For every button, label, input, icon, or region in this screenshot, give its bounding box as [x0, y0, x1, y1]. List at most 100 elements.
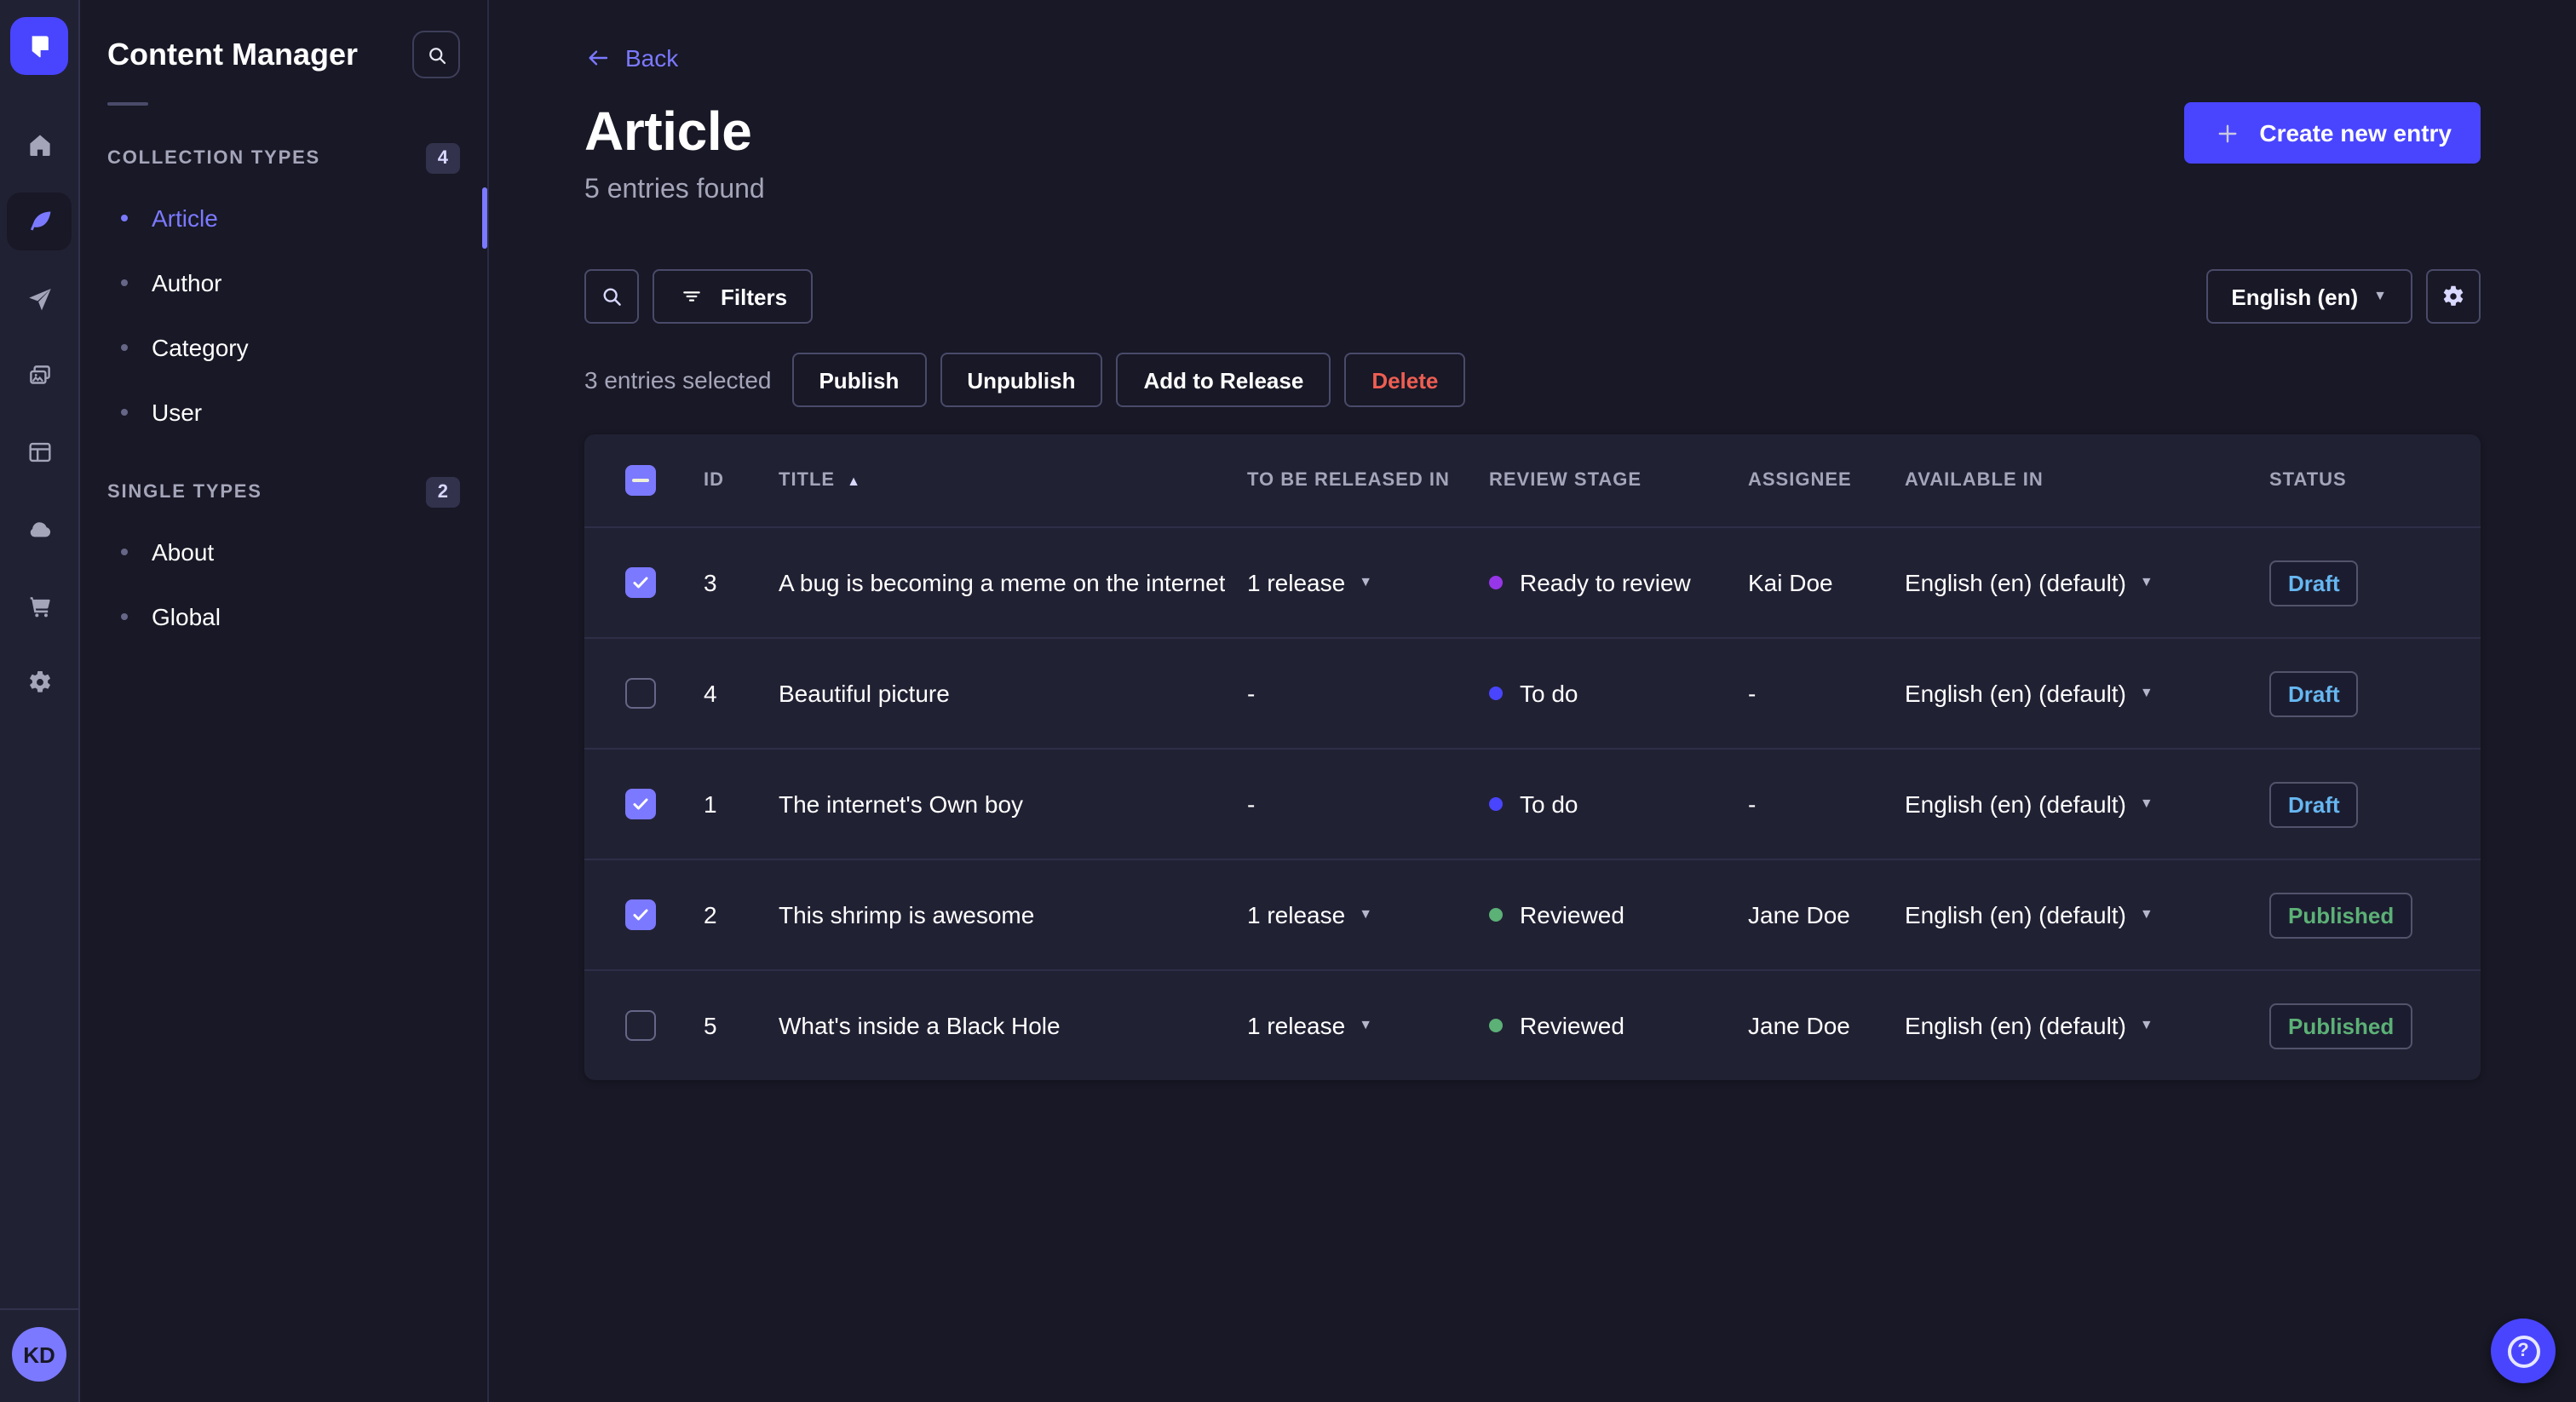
avatar[interactable]: KD: [12, 1327, 66, 1382]
nav-releases-icon[interactable]: [7, 269, 72, 327]
nav-content-manager-icon[interactable]: [7, 192, 72, 250]
strapi-logo[interactable]: [10, 17, 68, 75]
column-header-assignee[interactable]: ASSIGNEE: [1748, 470, 1905, 491]
chevron-down-icon: ▼: [2139, 906, 2153, 922]
cell-assignee: Jane Doe: [1748, 901, 1850, 928]
chevron-down-icon: ▼: [2139, 796, 2153, 811]
cell-status: Published: [2269, 892, 2450, 938]
search-entries-button[interactable]: [584, 269, 639, 324]
cell-to-be-released-in[interactable]: 1 release ▼: [1247, 569, 1489, 596]
cell-review-stage: To do: [1489, 680, 1748, 707]
question-mark-icon: ?: [2507, 1335, 2539, 1367]
cell-available-in[interactable]: English (en) (default) ▼: [1905, 680, 2269, 707]
help-button[interactable]: ?: [2491, 1319, 2556, 1383]
add-to-release-button[interactable]: Add to Release: [1116, 353, 1331, 407]
row-checkbox[interactable]: [625, 678, 656, 709]
nav-rail: KD: [0, 0, 80, 1402]
cell-review-stage: Reviewed: [1489, 1012, 1748, 1039]
cell-assignee: Kai Doe: [1748, 569, 1833, 596]
nav-deploy-icon[interactable]: [7, 499, 72, 557]
cell-assignee: -: [1748, 680, 1757, 707]
create-new-entry-button[interactable]: Create new entry: [2184, 102, 2481, 164]
table-body: 3 A bug is becoming a meme on the intern…: [584, 526, 2481, 1080]
subnav-section: COLLECTION TYPES 4 Article Author Category…: [80, 143, 487, 440]
select-all-checkbox[interactable]: [625, 465, 656, 496]
bullet-icon: [121, 215, 128, 221]
nav-rail-icons: [7, 116, 72, 710]
cell-review-stage: Reviewed: [1489, 901, 1748, 928]
nav-home-icon[interactable]: [7, 116, 72, 174]
search-icon: [598, 283, 625, 310]
nav-rail-footer: KD: [0, 1308, 78, 1402]
publish-button[interactable]: Publish: [791, 353, 927, 407]
nav-media-library-icon[interactable]: [7, 346, 72, 404]
column-header-available-in[interactable]: AVAILABLE IN: [1905, 470, 2269, 491]
nav-content-type-builder-icon[interactable]: [7, 422, 72, 480]
indeterminate-dash-icon: [632, 479, 649, 482]
column-header-title[interactable]: TITLE ▲: [779, 470, 1247, 491]
table-header-row: ID TITLE ▲ TO BE RELEASED IN REVIEW STAGE ASS…: [584, 434, 2481, 526]
section-count-badge: 2: [425, 477, 460, 508]
locale-select[interactable]: English (en) ▼: [2205, 269, 2412, 324]
sort-asc-icon: ▲: [847, 473, 861, 488]
column-header-review-stage[interactable]: REVIEW STAGE: [1489, 470, 1748, 491]
bullet-icon: [121, 344, 128, 351]
entries-table: ID TITLE ▲ TO BE RELEASED IN REVIEW STAGE ASS…: [584, 434, 2481, 1080]
filter-icon: [678, 283, 705, 310]
cell-status: Draft: [2269, 670, 2450, 716]
nav-marketplace-icon[interactable]: [7, 576, 72, 634]
sidebar-item-author[interactable]: Author: [101, 256, 467, 310]
bullet-icon: [121, 409, 128, 416]
cell-to-be-released-in[interactable]: 1 release ▼: [1247, 1012, 1489, 1039]
row-checkbox[interactable]: [625, 1010, 656, 1041]
stage-dot-icon: [1489, 687, 1503, 700]
settings-button[interactable]: [2426, 269, 2481, 324]
nav-settings-icon[interactable]: [7, 652, 72, 710]
cell-available-in[interactable]: English (en) (default) ▼: [1905, 790, 2269, 818]
subnav-sections: COLLECTION TYPES 4 Article Author Category…: [80, 143, 487, 644]
subnav-section: SINGLE TYPES 2 About Global: [80, 477, 487, 644]
column-header-status[interactable]: STATUS: [2269, 470, 2450, 491]
sidebar-item-global[interactable]: Global: [101, 589, 467, 644]
sidebar-item-article[interactable]: Article: [101, 187, 487, 249]
table-row: 5 What's inside a Black Hole 1 release ▼ …: [584, 969, 2481, 1080]
cell-status: Published: [2269, 1003, 2450, 1049]
cell-assignee: Jane Doe: [1748, 1012, 1850, 1039]
cell-to-be-released-in[interactable]: 1 release ▼: [1247, 901, 1489, 928]
cell-available-in[interactable]: English (en) (default) ▼: [1905, 569, 2269, 596]
column-header-id[interactable]: ID: [704, 470, 779, 491]
cell-available-in[interactable]: English (en) (default) ▼: [1905, 1012, 2269, 1039]
filters-button[interactable]: Filters: [653, 269, 814, 324]
row-checkbox[interactable]: [625, 567, 656, 598]
subnav-title: Content Manager: [107, 37, 359, 71]
section-label: SINGLE TYPES: [107, 482, 262, 503]
cell-id: 4: [704, 680, 717, 707]
chevron-down-icon: ▼: [1359, 1017, 1373, 1032]
sidebar-item-about[interactable]: About: [101, 525, 467, 579]
delete-button[interactable]: Delete: [1344, 353, 1466, 407]
cell-id: 5: [704, 1012, 717, 1039]
chevron-down-icon: ▼: [1359, 906, 1373, 922]
column-header-to-be-released-in[interactable]: TO BE RELEASED IN: [1247, 470, 1489, 491]
entries-count: 5 entries found: [584, 175, 765, 204]
row-checkbox[interactable]: [625, 899, 656, 930]
status-badge: Draft: [2269, 560, 2359, 606]
cell-id: 3: [704, 569, 717, 596]
cell-title: The internet's Own boy: [779, 790, 1024, 818]
unpublish-button[interactable]: Unpublish: [940, 353, 1103, 407]
gear-icon: [2440, 283, 2467, 310]
chevron-down-icon: ▼: [2139, 574, 2153, 589]
row-checkbox[interactable]: [625, 789, 656, 819]
cell-available-in[interactable]: English (en) (default) ▼: [1905, 901, 2269, 928]
cell-id: 1: [704, 790, 717, 818]
back-link[interactable]: Back: [584, 44, 678, 72]
status-badge: Draft: [2269, 670, 2359, 716]
cell-review-stage: To do: [1489, 790, 1748, 818]
subnav: Content Manager COLLECTION TYPES 4 Artic…: [80, 0, 489, 1402]
chevron-down-icon: ▼: [2139, 1017, 2153, 1032]
table-row: 1 The internet's Own boy - To do - Engli…: [584, 748, 2481, 859]
sidebar-item-category[interactable]: Category: [101, 320, 467, 375]
search-button[interactable]: [412, 31, 460, 78]
sidebar-item-user[interactable]: User: [101, 385, 467, 440]
bullet-icon: [121, 613, 128, 620]
